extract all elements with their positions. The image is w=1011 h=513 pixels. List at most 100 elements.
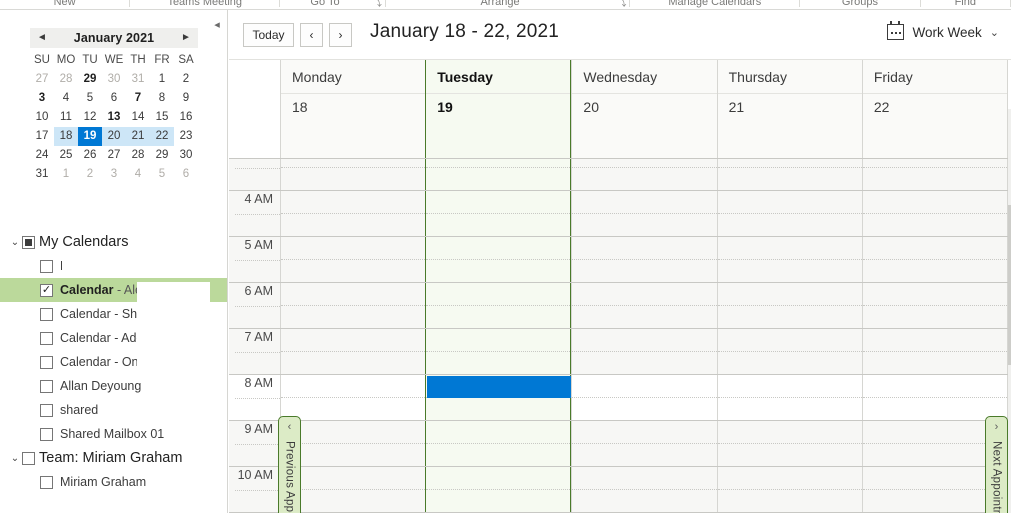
- ribbon-group-groups[interactable]: Groups: [800, 0, 919, 8]
- chevron-down-icon[interactable]: ⌄: [8, 453, 22, 464]
- time-slot-thursday-5am[interactable]: [716, 237, 862, 282]
- ribbon-group-go-to[interactable]: Go To: [280, 0, 369, 8]
- time-slot-friday-6am[interactable]: [861, 283, 1009, 328]
- date-navigator-day[interactable]: 27: [102, 146, 126, 165]
- time-slot-tuesday-7am[interactable]: [425, 329, 572, 374]
- day-header-tuesday[interactable]: Tuesday 19: [425, 60, 572, 158]
- calendar-checkbox[interactable]: [40, 475, 53, 489]
- time-slot-thursday-3am[interactable]: [716, 159, 862, 190]
- time-slot-monday-6am[interactable]: [280, 283, 426, 328]
- ribbon-group-new[interactable]: New: [0, 0, 129, 8]
- date-navigator-day[interactable]: 31: [126, 70, 150, 89]
- date-navigator-day[interactable]: 4: [126, 165, 150, 184]
- dialog-launcher-icon[interactable]: ⤵: [614, 0, 629, 9]
- date-navigator-day[interactable]: 29: [150, 146, 174, 165]
- time-slot-tuesday-9am[interactable]: [425, 421, 572, 466]
- time-slot-monday-8am[interactable]: [280, 375, 426, 420]
- date-navigator-day[interactable]: 21: [126, 127, 150, 146]
- date-navigator-day[interactable]: 2: [78, 165, 102, 184]
- time-slot-friday-7am[interactable]: [861, 329, 1009, 374]
- date-navigator-day[interactable]: 22: [150, 127, 174, 146]
- day-header-thursday[interactable]: Thursday 21: [716, 60, 862, 158]
- today-button[interactable]: Today: [243, 23, 294, 47]
- time-slot-tuesday-10am[interactable]: [425, 467, 572, 512]
- day-header-wednesday[interactable]: Wednesday 20: [571, 60, 717, 158]
- view-selector[interactable]: Work Week ⌄: [886, 21, 999, 40]
- calendar-list-item[interactable]: shared: [0, 398, 227, 422]
- appointment-block[interactable]: [426, 376, 572, 398]
- date-navigator-day[interactable]: 25: [54, 146, 78, 165]
- time-slot-wednesday-4am[interactable]: [571, 191, 717, 236]
- time-slot-monday-9am[interactable]: [280, 421, 426, 466]
- date-navigator-day[interactable]: 20: [102, 127, 126, 146]
- date-navigator-day[interactable]: 17: [30, 127, 54, 146]
- time-slot-thursday-9am[interactable]: [716, 421, 862, 466]
- date-navigator-day[interactable]: 6: [102, 89, 126, 108]
- calendar-checkbox[interactable]: [40, 403, 53, 417]
- calendar-checkbox[interactable]: [40, 355, 53, 369]
- date-navigator-day[interactable]: 5: [150, 165, 174, 184]
- date-navigator-day[interactable]: 3: [102, 165, 126, 184]
- date-navigator-day[interactable]: 29: [78, 70, 102, 89]
- calendar-checkbox[interactable]: [40, 259, 53, 273]
- time-slot-monday-10am[interactable]: [280, 467, 426, 512]
- time-slot-friday-8am[interactable]: [861, 375, 1009, 420]
- time-slot-thursday-4am[interactable]: [716, 191, 862, 236]
- time-slot-thursday-7am[interactable]: [716, 329, 862, 374]
- ribbon-group-arrange[interactable]: Arrange: [386, 0, 615, 8]
- date-navigator-day[interactable]: 9: [174, 89, 198, 108]
- calendar-checkbox[interactable]: [40, 331, 53, 345]
- time-slot-wednesday-10am[interactable]: [571, 467, 717, 512]
- date-navigator-day[interactable]: 1: [150, 70, 174, 89]
- prev-month-icon[interactable]: ◄: [35, 28, 49, 48]
- date-navigator-day[interactable]: 1: [54, 165, 78, 184]
- time-slot-thursday-8am[interactable]: [716, 375, 862, 420]
- date-navigator-day[interactable]: 14: [126, 108, 150, 127]
- time-slot-friday-5am[interactable]: [861, 237, 1009, 282]
- date-navigator-day[interactable]: 30: [102, 70, 126, 89]
- time-slot-tuesday-6am[interactable]: [425, 283, 572, 328]
- date-navigator-day[interactable]: 5: [78, 89, 102, 108]
- date-navigator-day[interactable]: 10: [30, 108, 54, 127]
- time-slot-wednesday-9am[interactable]: [571, 421, 717, 466]
- time-slot-wednesday-7am[interactable]: [571, 329, 717, 374]
- date-navigator-day[interactable]: 12: [78, 108, 102, 127]
- time-slot-wednesday-6am[interactable]: [571, 283, 717, 328]
- date-navigator-day[interactable]: 28: [126, 146, 150, 165]
- date-navigator-day[interactable]: 15: [150, 108, 174, 127]
- time-slot-friday-3am[interactable]: [861, 159, 1009, 190]
- collapse-pane-icon[interactable]: ◂: [208, 14, 226, 34]
- chevron-down-icon[interactable]: ⌄: [8, 237, 22, 248]
- time-slot-wednesday-8am[interactable]: [571, 375, 717, 420]
- previous-appointment-tab[interactable]: ‹ Previous Appointment: [278, 416, 301, 513]
- next-month-icon[interactable]: ►: [179, 28, 193, 48]
- date-navigator-day[interactable]: 18: [54, 127, 78, 146]
- ribbon-group-find[interactable]: Find: [921, 0, 1010, 8]
- calendar-group-team-miriam-graham[interactable]: ⌄ Team: Miriam Graham: [0, 446, 227, 470]
- day-header-friday[interactable]: Friday 22: [861, 60, 1009, 158]
- date-navigator-day[interactable]: 31: [30, 165, 54, 184]
- date-navigator-day[interactable]: 4: [54, 89, 78, 108]
- day-header-monday[interactable]: Monday 18: [280, 60, 426, 158]
- calendar-checkbox[interactable]: [40, 379, 53, 393]
- ribbon-group-teams-meeting[interactable]: Teams Meeting: [130, 0, 279, 8]
- group-checkbox[interactable]: [22, 235, 35, 249]
- time-slot-monday-3am[interactable]: [280, 159, 426, 190]
- time-slot-tuesday-3am[interactable]: [425, 159, 572, 190]
- calendar-checkbox[interactable]: [40, 427, 53, 441]
- date-navigator-day[interactable]: 28: [54, 70, 78, 89]
- calendar-group-my-calendars[interactable]: ⌄ My Calendars: [0, 230, 227, 254]
- calendar-list-item[interactable]: Shared Mailbox 01: [0, 422, 227, 446]
- date-navigator-day[interactable]: 24: [30, 146, 54, 165]
- date-navigator-day[interactable]: 26: [78, 146, 102, 165]
- dialog-launcher-icon[interactable]: ⤵: [370, 0, 385, 9]
- date-navigator-day[interactable]: 13: [102, 108, 126, 127]
- time-slot-thursday-6am[interactable]: [716, 283, 862, 328]
- calendar-checkbox[interactable]: [40, 307, 53, 321]
- date-navigator-day[interactable]: 19: [78, 127, 102, 146]
- time-slot-monday-7am[interactable]: [280, 329, 426, 374]
- next-period-button[interactable]: ›: [329, 23, 352, 47]
- date-navigator-day[interactable]: 16: [174, 108, 198, 127]
- date-navigator-day[interactable]: 23: [174, 127, 198, 146]
- time-slot-monday-5am[interactable]: [280, 237, 426, 282]
